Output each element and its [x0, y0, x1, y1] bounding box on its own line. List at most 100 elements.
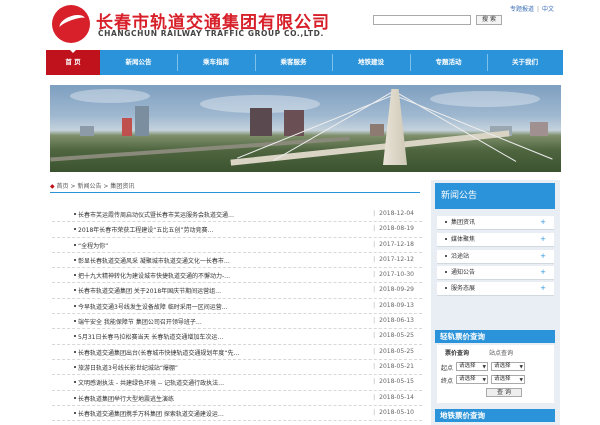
bullet-icon	[445, 287, 447, 289]
bullet-icon	[74, 335, 76, 338]
list-item[interactable]: 长春轨道交通集团携手万科集团 探索轨道交通建设运… 2018-05-10	[52, 406, 422, 422]
nav-item-service[interactable]: 乘客服务	[255, 50, 332, 75]
tab-fare-query[interactable]: 票价查询	[445, 348, 469, 357]
query-button[interactable]: 查 询	[486, 388, 522, 397]
search-button[interactable]: 搜 索	[476, 15, 502, 25]
logo-icon[interactable]	[52, 5, 90, 43]
list-item[interactable]: 2018年长春市荣获工程建设“五比五创”劳动竞赛… 2018-08-19	[52, 222, 422, 238]
article-title[interactable]: “全程为你”	[78, 241, 314, 250]
article-date: 2017-12-18	[373, 241, 414, 248]
chevron-down-icon: ▼	[519, 365, 523, 370]
select-value: 请选择	[494, 376, 511, 382]
top-link-special[interactable]: 专题报道	[510, 6, 534, 13]
article-title[interactable]: 长春轨道集团举行大型地震逃生演练	[78, 394, 314, 403]
article-title[interactable]: 彰显长春轨道交通风采 凝聚城市轨道交通文化一长春市…	[78, 256, 314, 265]
metro-fare-title: 地铁票价查询	[435, 409, 555, 422]
start-line-select[interactable]: 请选择 ▼	[456, 362, 488, 371]
banner-image[interactable]	[50, 85, 561, 172]
nav-item-home[interactable]: 首 页	[46, 49, 100, 75]
article-date: 2018-06-13	[373, 317, 414, 324]
start-station-select[interactable]: 请选择 ▼	[491, 362, 525, 371]
sidebar-item-stations[interactable]: 沿途站 +	[437, 250, 554, 264]
bullet-icon	[445, 221, 447, 223]
select-value: 请选择	[459, 363, 476, 369]
bullet-icon	[74, 243, 76, 246]
nav-label-home: 首 页	[65, 58, 81, 66]
divider: |	[537, 6, 540, 13]
plus-icon: +	[540, 218, 546, 226]
list-item[interactable]: 长春轨道交通集团出台(长春城市快捷轨道交通规划年度“先… 2018-05-25	[52, 345, 422, 360]
article-title[interactable]: 文明感谢执法 - 共建绿色环境 -- 记轨道交通行政执法…	[78, 378, 314, 387]
article-title[interactable]: 2018年长春市荣获工程建设“五比五创”劳动竞赛…	[78, 225, 314, 234]
nav-item-news[interactable]: 新闻公告	[100, 50, 177, 75]
sidebar-item-media[interactable]: 媒体聚焦 +	[437, 233, 554, 247]
list-item[interactable]: 彰显长春轨道交通风采 凝聚城市轨道交通文化一长春市… 2017-12-12	[52, 253, 422, 269]
bullet-icon	[74, 350, 76, 353]
breadcrumb-news[interactable]: 新闻公告	[77, 183, 101, 190]
article-list: 长春市芙运霞传周启动仪式暨长春市芙运服务会轨道交通… 2018-12-04 201…	[52, 207, 422, 422]
sidebar-item-label: 集团资讯	[451, 219, 476, 226]
logo-title-en: CHANGCHUN RAILWAY TRAFFIC GROUP CO.,LTD.	[98, 29, 324, 38]
end-line-select[interactable]: 请选择 ▼	[456, 375, 488, 384]
list-item[interactable]: 5月31日长春马拉松赛当天 长春轨道交通增加车次运… 2018-05-25	[52, 329, 422, 345]
article-title[interactable]: 长春市芙运霞传周启动仪式暨长春市芙运服务会轨道交通…	[78, 210, 314, 219]
top-link-chinese[interactable]: 中文	[542, 6, 554, 13]
start-label: 起点	[441, 365, 454, 372]
breadcrumb: ◆ 首页 > 新闻公告 > 集团资讯	[50, 181, 420, 193]
list-item[interactable]: 把十九大精神转化为建设城市快捷轨道交通的不懈动力-… 2017-10-30	[52, 268, 422, 284]
article-title[interactable]: 长春市轨道交通集团 关于2018年国庆节期间运营组…	[78, 286, 314, 295]
nav-item-activities[interactable]: 专题活动	[410, 50, 487, 75]
bullet-icon	[74, 304, 76, 307]
sidebar-news-title: 新闻公告	[435, 183, 555, 209]
nav-item-guide[interactable]: 乘车指南	[177, 50, 255, 75]
nav-item-construction[interactable]: 地铁建设	[332, 50, 410, 75]
main-nav: 首 页 新闻公告 乘车指南 乘客服务 地铁建设 专题活动 关于我们	[46, 49, 563, 75]
article-date: 2018-05-25	[373, 348, 414, 355]
sidebar-item-group-news[interactable]: 集团资讯 +	[437, 216, 554, 230]
list-item[interactable]: 文明感谢执法 - 共建绿色环境 -- 记轨道交通行政执法… 2018-05-15	[52, 375, 422, 391]
article-date: 2018-09-13	[373, 302, 414, 309]
search-input[interactable]	[373, 15, 471, 25]
bullet-icon	[74, 213, 76, 215]
list-item[interactable]: 长春市芙运霞传周启动仪式暨长春市芙运服务会轨道交通… 2018-12-04	[52, 207, 422, 223]
plus-icon: +	[540, 284, 546, 292]
breadcrumb-current: 集团资讯	[110, 183, 135, 190]
bullet-icon	[74, 411, 76, 414]
bullet-icon	[445, 271, 447, 273]
article-title[interactable]: 把十九大精神转化为建设城市快捷轨道交通的不懈动力-…	[78, 271, 314, 280]
list-item[interactable]: “全程为你” 2017-12-18	[52, 238, 422, 253]
article-date: 2017-12-12	[373, 256, 414, 263]
article-title[interactable]: 今早轨道交通3号线发生设备故障 临时采用一区间运营…	[78, 302, 314, 311]
tab-station-query[interactable]: 站点查询	[489, 348, 513, 357]
article-date: 2018-05-25	[373, 332, 414, 339]
list-item[interactable]: 端午安全 我能保障节 集团公司召开领导班子… 2018-06-13	[52, 314, 422, 330]
plus-icon: +	[540, 235, 546, 243]
end-station-select[interactable]: 请选择 ▼	[491, 375, 525, 384]
nav-item-about[interactable]: 关于我们	[487, 50, 563, 75]
active-indicator-icon	[69, 49, 77, 53]
article-title[interactable]: 长春轨道交通集团携手万科集团 探索轨道交通建设运…	[78, 409, 314, 418]
breadcrumb-separator-icon: >	[103, 183, 109, 190]
home-icon: ◆	[50, 183, 55, 190]
bullet-icon	[74, 365, 76, 368]
bullet-icon	[74, 258, 76, 261]
article-title[interactable]: 5月31日长春马拉松赛当天 长春轨道交通增加车次运…	[78, 332, 314, 341]
article-title[interactable]: 旅游日轨道3号线长影世纪城站“爆棚”	[78, 363, 314, 372]
sidebar-item-notices[interactable]: 通知公告 +	[437, 266, 554, 280]
sidebar-item-service[interactable]: 服务态展 +	[437, 282, 554, 296]
article-title[interactable]: 端午安全 我能保障节 集团公司召开领导班子…	[78, 317, 314, 326]
bullet-icon	[74, 320, 76, 323]
bullet-icon	[74, 228, 76, 231]
breadcrumb-home[interactable]: 首页	[57, 183, 69, 190]
chevron-down-icon: ▼	[482, 378, 486, 383]
bullet-icon	[74, 381, 76, 384]
end-label: 终点	[441, 378, 454, 385]
plus-icon: +	[540, 252, 546, 260]
list-item[interactable]: 今早轨道交通3号线发生设备故障 临时采用一区间运营… 2018-09-13	[52, 299, 422, 315]
list-item[interactable]: 长春轨道集团举行大型地震逃生演练 2018-05-14	[52, 391, 422, 406]
bullet-icon	[74, 396, 76, 399]
article-date: 2018-12-04	[373, 210, 414, 217]
article-title[interactable]: 长春轨道交通集团出台(长春城市快捷轨道交通规划年度“先…	[78, 348, 314, 357]
list-item[interactable]: 旅游日轨道3号线长影世纪城站“爆棚” 2018-05-21	[52, 360, 422, 376]
list-item[interactable]: 长春市轨道交通集团 关于2018年国庆节期间运营组… 2018-09-29	[52, 283, 422, 299]
